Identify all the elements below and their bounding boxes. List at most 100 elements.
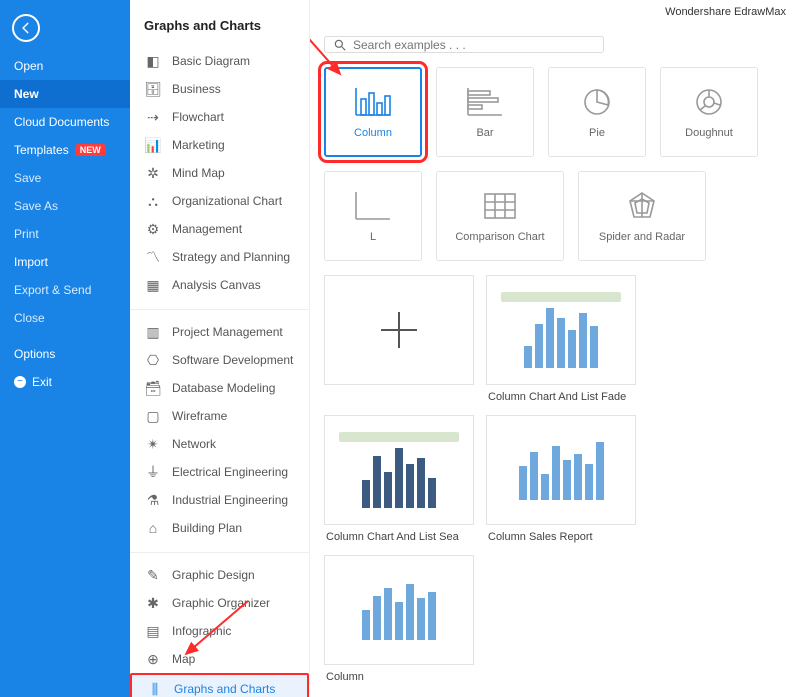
sidebar-item-exit[interactable]: −Exit [0,368,130,396]
template-item[interactable]: Column Chart And List Fade [486,275,636,403]
search-icon [333,38,347,52]
category-label: Graphic Design [172,568,255,582]
category-item-basic-diagram[interactable]: ◧Basic Diagram [130,47,309,75]
template-item[interactable]: Column Chart And List Sea [324,415,474,543]
chart-type-column[interactable]: Column [324,67,422,157]
category-label: Project Management [172,325,283,339]
brand-label: Wondershare EdrawMax [665,6,786,18]
category-icon: ✴ [144,435,162,453]
category-item-network[interactable]: ✴ Network [130,430,309,458]
category-item-graphic-design[interactable]: ✎Graphic Design [130,561,309,589]
category-label: Strategy and Planning [172,250,290,264]
back-button[interactable] [12,14,40,42]
template-caption: Column [324,665,474,683]
chart-type-icon [622,189,662,223]
category-label: Management [172,222,242,236]
category-item-business[interactable]: 🗄Business [130,75,309,103]
chart-type-l[interactable]: L [324,171,422,261]
sidebar-item-save-as[interactable]: Save As [0,192,130,220]
chart-type-pie[interactable]: Pie [548,67,646,157]
category-item-database-modeling[interactable]: 🗃Database Modeling [130,374,309,402]
chart-type-icon [353,189,393,223]
main-area: Wondershare EdrawMax ColumnBarPieDoughnu… [310,0,800,697]
chart-type-doughnut[interactable]: Doughnut [660,67,758,157]
new-badge: NEW [75,144,106,156]
arrow-left-icon [19,21,33,35]
category-icon: ⛬ [144,192,162,210]
category-label: Marketing [172,138,225,152]
template-new-blank[interactable] [324,275,474,403]
sidebar-item-print[interactable]: Print [0,220,130,248]
category-item-management[interactable]: ⚙Management [130,215,309,243]
sidebar-item-templates[interactable]: TemplatesNEW [0,136,130,164]
category-item-organizational-chart[interactable]: ⛬Organizational Chart [130,187,309,215]
category-icon: ⊕ [144,650,162,668]
category-label: Analysis Canvas [172,278,261,292]
template-caption: Column Sales Report [486,525,636,543]
category-panel-title: Graphs and Charts [130,0,309,43]
category-icon: ⏚ [144,463,162,481]
category-icon: ▦ [144,276,162,294]
sidebar-item-close[interactable]: Close [0,304,130,332]
category-item-infographic[interactable]: ▤Infographic [130,617,309,645]
category-label: Network [172,437,216,451]
category-label: Business [172,82,221,96]
sidebar-item-save[interactable]: Save [0,164,130,192]
chart-type-icon [353,85,393,119]
chart-type-label: Pie [589,127,605,139]
template-thumb [324,275,474,385]
category-item-industrial-engineering[interactable]: ⚗ Industrial Engineering [130,486,309,514]
category-label: Industrial Engineering [172,493,288,507]
category-label: Mind Map [172,166,225,180]
category-icon: ✱ [144,594,162,612]
template-caption: Column Chart And List Sea [324,525,474,543]
category-item-wireframe[interactable]: ▢ Wireframe [130,402,309,430]
template-thumb [486,415,636,525]
category-label: Graphic Organizer [172,596,270,610]
category-item-flowchart[interactable]: ⇢Flowchart [130,103,309,131]
category-label: Building Plan [172,521,242,535]
category-item-software-development[interactable]: ⎔Software Development [130,346,309,374]
category-item-graphic-organizer[interactable]: ✱ Graphic Organizer [130,589,309,617]
category-item-analysis-canvas[interactable]: ▦ Analysis Canvas [130,271,309,299]
category-item-strategy-and-planning[interactable]: 〽 Strategy and Planning [130,243,309,271]
category-item-marketing[interactable]: 📊 Marketing [130,131,309,159]
chart-type-bar[interactable]: Bar [436,67,534,157]
category-item-map[interactable]: ⊕Map [130,645,309,673]
chart-type-comparison-chart[interactable]: Comparison Chart [436,171,564,261]
sidebar-item-options[interactable]: Options [0,340,130,368]
category-icon: ▢ [144,407,162,425]
category-label: Flowchart [172,110,224,124]
category-label: Electrical Engineering [172,465,288,479]
category-icon: 📊 [144,136,162,154]
template-item[interactable]: Column [324,555,474,683]
category-item-electrical-engineering[interactable]: ⏚ Electrical Engineering [130,458,309,486]
file-menu-sidebar: Open New Cloud Documents TemplatesNEW Sa… [0,0,130,697]
sidebar-item-export-send[interactable]: Export & Send [0,276,130,304]
sidebar-item-cloud-documents[interactable]: Cloud Documents [0,108,130,136]
chart-type-label: Doughnut [685,127,733,139]
category-icon: ▤ [144,622,162,640]
sidebar-item-open[interactable]: Open [0,52,130,80]
category-icon: 〽 [144,248,162,266]
category-item-graphs-and-charts[interactable]: ⫼Graphs and Charts [130,673,309,697]
template-caption [324,385,474,391]
template-thumb [486,275,636,385]
template-item[interactable]: Column Sales Report [486,415,636,543]
category-item-mind-map[interactable]: ✲Mind Map [130,159,309,187]
category-icon: ◧ [144,52,162,70]
template-caption: Column Chart And List Fade [486,385,636,403]
search-input[interactable] [353,38,595,52]
chart-type-icon [577,85,617,119]
chart-type-label: Spider and Radar [599,231,685,243]
category-item-building-plan[interactable]: ⌂Building Plan [130,514,309,542]
sidebar-item-new[interactable]: New [0,80,130,108]
sidebar-item-import[interactable]: Import [0,248,130,276]
chart-type-spider-and-radar[interactable]: Spider and Radar [578,171,706,261]
category-label: Wireframe [172,409,227,423]
category-panel: Graphs and Charts ◧Basic Diagram🗄Busines… [130,0,310,697]
category-icon: 🗃 [144,379,162,397]
search-bar[interactable] [324,36,604,53]
category-item-project-management[interactable]: ▥Project Management [130,318,309,346]
category-icon: ⚗ [144,491,162,509]
